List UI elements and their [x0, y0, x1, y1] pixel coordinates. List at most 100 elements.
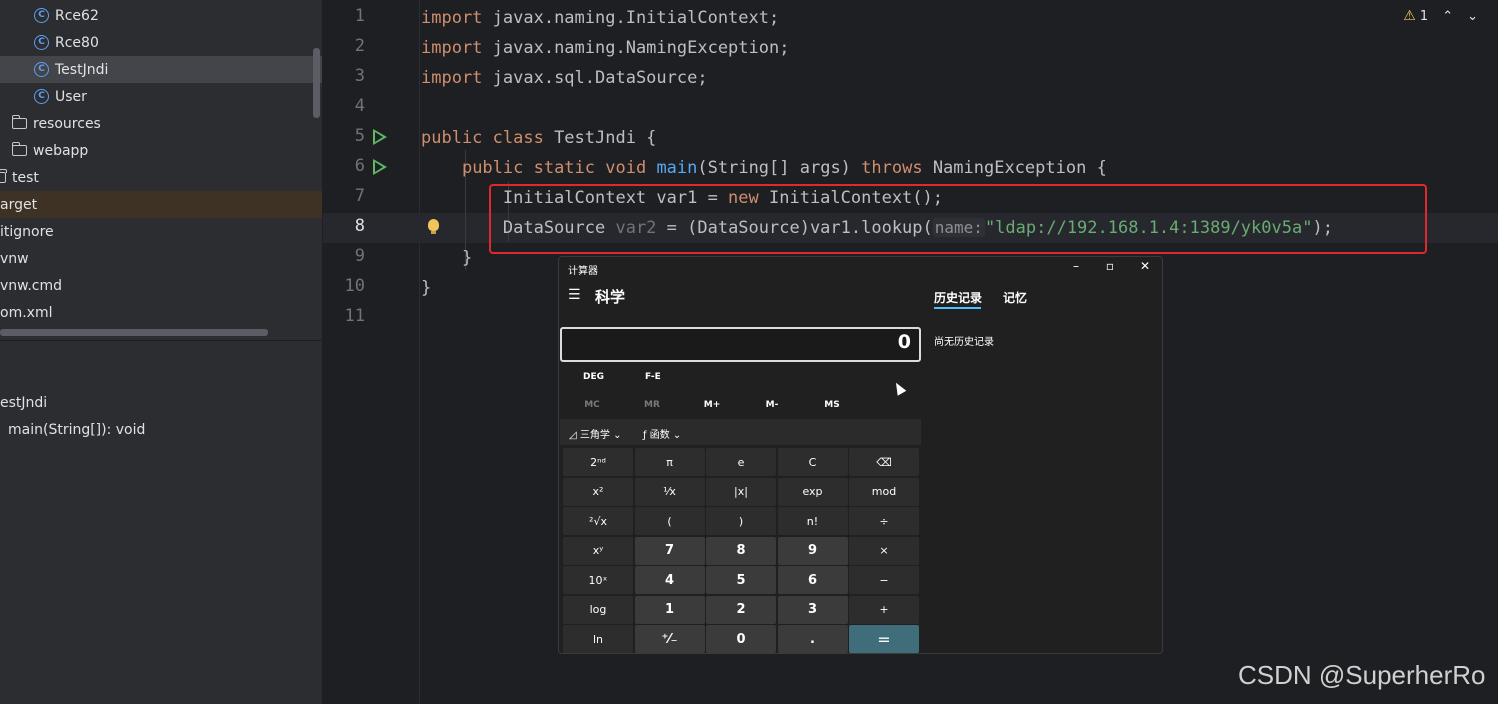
code-line-6: public static void main(String[] args) t…	[461, 158, 1107, 178]
tree-item-mvnw[interactable]: vnw	[0, 245, 310, 272]
digit-0-button[interactable]: 0	[706, 625, 776, 653]
chevron-down-icon[interactable]: ⌄	[1467, 9, 1478, 24]
pi-button[interactable]: π	[634, 448, 705, 476]
tree-item-mvnw-cmd[interactable]: vnw.cmd	[0, 272, 310, 299]
highlight-annotation-box	[489, 184, 1427, 254]
ln-button[interactable]: ln	[563, 625, 633, 653]
plus-button[interactable]: +	[849, 595, 919, 624]
decimal-button[interactable]: .	[777, 625, 848, 653]
ms-button[interactable]: MS	[802, 400, 862, 410]
line-number: 1	[354, 6, 365, 26]
warning-icon: ⚠	[1403, 8, 1416, 24]
code-line-2: import javax.naming.NamingException;	[421, 38, 790, 58]
tab-history[interactable]: 历史记录	[934, 289, 982, 306]
line-number: 6	[354, 156, 365, 176]
tree-item-rce80[interactable]: C Rce80	[0, 29, 322, 56]
line-number: 2	[354, 36, 365, 56]
m-plus-button[interactable]: M+	[682, 400, 742, 410]
tree-item-resources[interactable]: resources	[0, 110, 322, 137]
mod-button[interactable]: mod	[849, 477, 919, 506]
folder-icon	[0, 169, 7, 183]
digit-1-button[interactable]: 1	[634, 595, 705, 624]
digit-2-button[interactable]: 2	[706, 595, 776, 624]
tree-item-target[interactable]: arget	[0, 191, 322, 218]
backspace-button[interactable]: ⌫	[849, 448, 919, 476]
e-button[interactable]: e	[706, 448, 776, 476]
structure-method-item[interactable]: main(String[]): void	[8, 422, 145, 438]
class-icon: C	[34, 89, 49, 104]
digit-9-button[interactable]: 9	[777, 536, 848, 565]
calculator-mode-title: 科学	[595, 288, 626, 306]
run-gutter-icon[interactable]	[373, 159, 387, 175]
mr-button[interactable]: MR	[622, 400, 682, 410]
factorial-button[interactable]: n!	[777, 507, 848, 535]
fe-button[interactable]: F-E	[645, 372, 661, 382]
angle-mode-button[interactable]: DEG	[583, 372, 604, 382]
tree-item-webapp[interactable]: webapp	[0, 137, 322, 164]
active-tab-indicator	[934, 307, 981, 309]
digit-5-button[interactable]: 5	[706, 566, 776, 594]
abs-button[interactable]: |x|	[706, 477, 776, 506]
code-line-3: import javax.sql.DataSource;	[421, 68, 708, 88]
class-icon: C	[34, 8, 49, 23]
tree-horizontal-scrollbar[interactable]	[0, 329, 268, 336]
open-paren-button[interactable]: (	[634, 507, 705, 535]
multiply-button[interactable]: ×	[849, 536, 919, 565]
tab-memory[interactable]: 记忆	[1003, 289, 1027, 306]
tree-item-pom-xml[interactable]: om.xml	[0, 299, 310, 326]
hamburger-menu-icon[interactable]: ☰	[568, 287, 581, 303]
close-button[interactable]: ✕	[1135, 259, 1155, 273]
digit-4-button[interactable]: 4	[634, 566, 705, 594]
line-number: 3	[354, 66, 365, 86]
code-line-10: }	[421, 278, 432, 298]
square-button[interactable]: x²	[563, 477, 633, 506]
divide-button[interactable]: ÷	[849, 507, 919, 535]
tree-vertical-scrollbar[interactable]	[313, 48, 320, 118]
history-empty-text: 尚无历史记录	[934, 337, 994, 348]
trigonometry-dropdown[interactable]: ◿ 三角学 ⌄	[569, 426, 621, 441]
tree-item-gitignore[interactable]: itignore	[0, 218, 310, 245]
digit-8-button[interactable]: 8	[706, 536, 776, 565]
second-button[interactable]: 2ⁿᵈ	[563, 448, 633, 476]
log-button[interactable]: log	[563, 595, 633, 624]
line-number-current: 8	[354, 216, 365, 236]
exp-button[interactable]: exp	[777, 477, 848, 506]
negate-button[interactable]: ⁺⁄₋	[634, 625, 705, 653]
structure-class-item[interactable]: estJndi	[0, 395, 47, 411]
digit-6-button[interactable]: 6	[777, 566, 848, 594]
function-dropdown[interactable]: ƒ 函数 ⌄	[643, 426, 681, 441]
clear-button[interactable]: C	[777, 448, 848, 476]
folder-icon	[11, 142, 27, 156]
chevron-up-icon[interactable]: ⌃	[1442, 9, 1453, 24]
run-gutter-icon[interactable]	[373, 129, 387, 145]
function-icon: ƒ	[643, 430, 647, 441]
m-minus-button[interactable]: M-	[742, 400, 802, 410]
minimize-button[interactable]: –	[1066, 259, 1086, 273]
sqrt-button[interactable]: ²√x	[563, 507, 633, 535]
class-icon: C	[34, 62, 49, 77]
close-paren-button[interactable]: )	[706, 507, 776, 535]
calculator-display: 0	[560, 327, 921, 362]
digit-7-button[interactable]: 7	[634, 536, 705, 565]
tree-item-test[interactable]: test	[0, 164, 310, 191]
display-value: 0	[897, 331, 911, 353]
chevron-down-icon: ⌄	[613, 430, 622, 441]
chevron-down-icon: ⌄	[672, 430, 682, 441]
mc-button[interactable]: MC	[562, 400, 622, 410]
code-line-9: }	[421, 248, 473, 268]
minus-button[interactable]: −	[849, 566, 919, 594]
power-button[interactable]: xʸ	[563, 536, 633, 565]
watermark-text: CSDN @SuperherRo	[1238, 660, 1486, 690]
reciprocal-button[interactable]: ¹⁄x	[634, 477, 705, 506]
tree-item-testjndi[interactable]: C TestJndi	[0, 56, 322, 83]
equals-button[interactable]: =	[849, 625, 919, 653]
line-number: 4	[354, 96, 365, 116]
digit-3-button[interactable]: 3	[777, 595, 848, 624]
tree-item-rce62[interactable]: C Rce62	[0, 2, 322, 29]
line-number: 11	[344, 306, 365, 326]
inspection-indicator[interactable]: ⚠ 1 ⌃ ⌄	[1403, 8, 1478, 24]
code-line-5: public class TestJndi {	[421, 128, 657, 148]
maximize-button[interactable]: ▫	[1100, 259, 1120, 273]
tree-item-user[interactable]: C User	[0, 83, 322, 110]
ten-power-button[interactable]: 10ˣ	[563, 566, 633, 594]
